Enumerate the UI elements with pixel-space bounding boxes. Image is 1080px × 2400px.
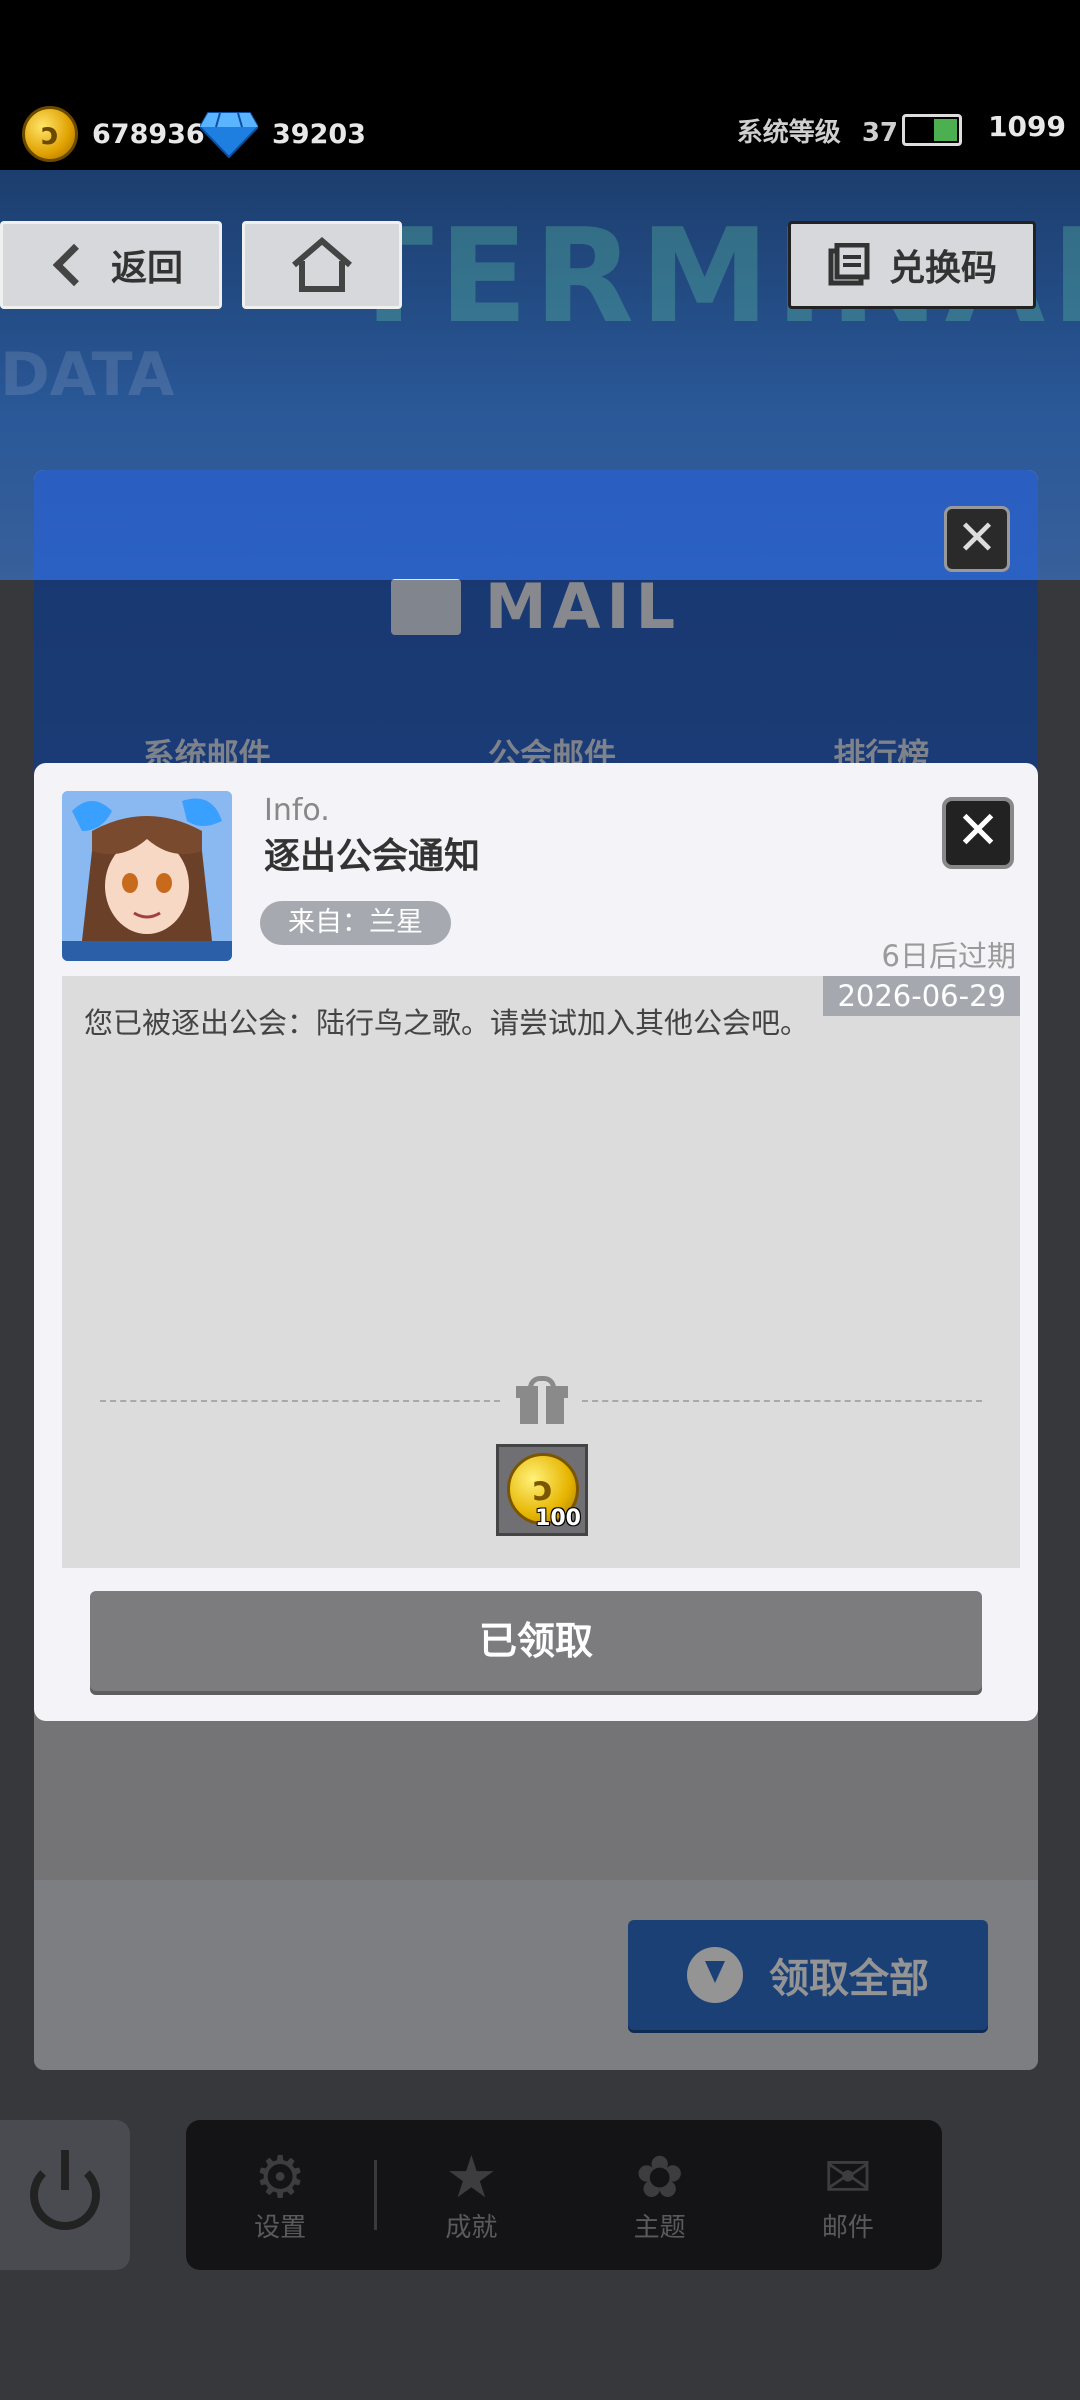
info-tag: Info. [264, 793, 330, 828]
dashed-line-right [582, 1400, 982, 1402]
power-button[interactable] [0, 2120, 130, 2270]
gift-icon [516, 1376, 568, 1424]
bottom-nav: ⚙ 设置 ★ 成就 ✿ 主题 ✉ 邮件 [186, 2120, 942, 2270]
level-label: 系统等级 [736, 118, 841, 148]
message-body: 2026-06-29 您已被逐出公会：陆行鸟之歌。请尝试加入其他公会吧。 ↄ 1… [62, 976, 1020, 1568]
expire-text: 6日后过期 [881, 939, 1016, 973]
back-button[interactable]: 返回 [0, 221, 222, 309]
dialog-close-button[interactable]: ✕ [942, 797, 1014, 869]
status-bar: ↄ 678936 39203 系统等级 37 1099 [0, 0, 1080, 170]
gem-counter: 39203 [200, 104, 366, 164]
nav-label-mail: 邮件 [821, 2212, 874, 2243]
power-icon [30, 2150, 100, 2230]
attachment-divider [100, 1376, 982, 1426]
nav-item-settings[interactable]: ⚙ 设置 [186, 2120, 374, 2270]
nav-item-mail[interactable]: ✉ 邮件 [754, 2120, 942, 2270]
chevron-left-icon [52, 243, 96, 287]
redeem-code-button[interactable]: 兑换码 [788, 221, 1036, 309]
mail-icon: ✉ [823, 2142, 873, 2211]
reward-quantity: 100 [535, 1506, 581, 1531]
dashed-line-left [100, 1400, 500, 1402]
message-date: 2026-06-29 [823, 976, 1020, 1016]
gem-amount: 39203 [272, 118, 366, 150]
redeem-label: 兑换码 [888, 248, 997, 289]
sender-pill: 来自：兰星 [260, 901, 451, 945]
nav-item-achievements[interactable]: ★ 成就 [377, 2120, 565, 2270]
mail-close-button[interactable]: ✕ [944, 506, 1010, 572]
diamond-icon [200, 112, 258, 159]
gold-amount: 678936 [92, 118, 205, 150]
gold-coin-icon: ↄ [22, 106, 78, 162]
gold-counter: ↄ 678936 [22, 104, 205, 164]
nav-item-theme[interactable]: ✿ 主题 [566, 2120, 754, 2270]
battery-icon [902, 114, 962, 146]
home-icon [292, 237, 352, 292]
message-title: 逐出公会通知 [264, 836, 481, 877]
energy-amount: 1099 [988, 110, 1066, 143]
claimed-button[interactable]: 已领取 [90, 1591, 982, 1691]
system-level: 系统等级 37 [737, 112, 898, 149]
sender-avatar [62, 791, 232, 961]
back-label: 返回 [110, 248, 183, 289]
level-value: 37 [861, 118, 898, 148]
nav-label-achievements: 成就 [445, 2212, 498, 2243]
header-deco-data: DATA [0, 340, 175, 410]
nav-label-theme: 主题 [633, 2212, 686, 2243]
reward-item[interactable]: ↄ 100 [496, 1444, 588, 1536]
nav-label-settings: 设置 [254, 2212, 307, 2243]
ticket-icon [828, 243, 870, 286]
flower-icon: ✿ [635, 2142, 684, 2211]
message-text: 您已被逐出公会：陆行鸟之歌。请尝试加入其他公会吧。 [84, 1006, 810, 1040]
home-button[interactable] [242, 221, 402, 309]
message-dialog: Info. 逐出公会通知 来自：兰星 ✕ 6日后过期 2026-06-29 您已… [34, 763, 1038, 1721]
battery-fill [934, 119, 957, 141]
sender-avatar-image [62, 791, 232, 961]
trophy-icon: ★ [445, 2142, 498, 2211]
gear-icon: ⚙ [254, 2142, 307, 2211]
